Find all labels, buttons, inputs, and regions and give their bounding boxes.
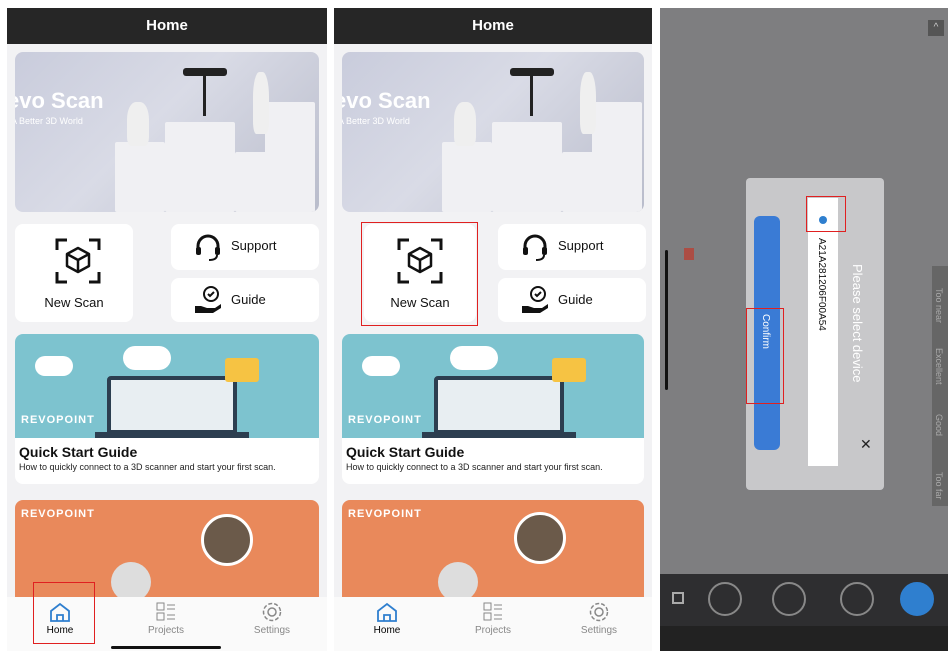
home-indicator — [111, 646, 221, 649]
bottom-tab-bar: Home Projects Settings — [334, 597, 652, 651]
guide-label: Guide — [231, 292, 266, 307]
tab-projects-label: Projects — [147, 625, 185, 636]
page-title: Home — [334, 8, 652, 44]
device-serial[interactable]: A21A281206F00A54 — [816, 238, 827, 331]
quick-start-description: How to quickly connect to a 3D scanner a… — [19, 462, 276, 472]
hero-subtitle: A Better 3D World — [15, 116, 83, 126]
quick-start-card[interactable]: REVOPOINT Quick Start Guide How to quick… — [342, 334, 644, 484]
tab-settings-label: Settings — [580, 625, 618, 636]
tab-settings[interactable]: Settings — [237, 601, 307, 636]
tab-projects[interactable]: Projects — [131, 601, 201, 636]
tab-home[interactable]: Home — [352, 601, 422, 636]
edit-icon[interactable] — [672, 592, 684, 604]
guide-hand-icon — [195, 286, 221, 313]
dialog-title: Please select device — [850, 264, 865, 383]
tab-settings-label: Settings — [253, 625, 291, 636]
camera-icon[interactable] — [684, 248, 694, 260]
promo-card[interactable]: REVOPOINT — [342, 500, 644, 610]
screen-scan-device-select: ^ Too near Excellent Good Too far Confir… — [660, 8, 948, 651]
settings-icon — [262, 602, 282, 622]
support-button[interactable]: Support — [171, 224, 319, 270]
revopoint-logo: REVOPOINT — [348, 414, 422, 426]
close-icon[interactable]: ✕ — [860, 436, 872, 453]
tab-projects[interactable]: Projects — [458, 601, 528, 636]
quick-start-illustration: REVOPOINT — [15, 334, 319, 438]
tab-home-label: Home — [373, 625, 401, 636]
guide-hand-icon — [522, 286, 548, 313]
support-button[interactable]: Support — [498, 224, 646, 270]
quick-start-card[interactable]: REVOPOINT Quick Start Guide How to quick… — [15, 334, 319, 484]
hero-title: evo Scan — [342, 88, 431, 113]
scan-cube-icon — [55, 238, 101, 284]
redo-button[interactable] — [772, 582, 806, 616]
projects-icon — [483, 602, 502, 621]
guide-button[interactable]: Guide — [171, 278, 319, 322]
stop-button[interactable] — [840, 582, 874, 616]
scan-controls — [660, 574, 948, 626]
revopoint-logo: REVOPOINT — [21, 414, 95, 426]
projects-icon — [156, 602, 175, 621]
guide-label: Guide — [558, 292, 593, 307]
headset-icon — [196, 234, 220, 261]
scanner-image — [510, 68, 554, 76]
device-list: A21A281206F00A54 — [808, 198, 838, 466]
headset-icon — [523, 234, 547, 261]
hero-banner[interactable]: evo Scan A Better 3D World — [342, 52, 644, 212]
highlight-box — [33, 582, 95, 644]
new-scan-label: New Scan — [44, 295, 104, 310]
distance-label-good: Good — [934, 414, 944, 437]
scanner-image — [183, 68, 227, 76]
distance-label-excellent: Excellent — [934, 348, 944, 385]
left-slider-track[interactable] — [665, 250, 668, 390]
page-title: Home — [7, 8, 327, 44]
hero-banner[interactable]: evo Scan A Better 3D World — [15, 52, 319, 212]
tab-settings[interactable]: Settings — [564, 601, 634, 636]
settings-icon — [589, 602, 609, 622]
new-scan-button[interactable]: New Scan — [15, 224, 133, 322]
collapse-button[interactable]: ^ — [928, 20, 944, 36]
revopoint-logo: REVOPOINT — [348, 508, 422, 520]
distance-label-too-far: Too far — [934, 472, 944, 500]
screen-home-1: Home evo Scan A Better 3D World New Scan… — [7, 8, 327, 651]
hero-subtitle: A Better 3D World — [342, 116, 410, 126]
highlight-box — [746, 308, 784, 404]
support-label: Support — [558, 238, 604, 253]
tab-projects-label: Projects — [474, 625, 512, 636]
quick-start-description: How to quickly connect to a 3D scanner a… — [346, 462, 603, 472]
bottom-bar — [660, 626, 948, 651]
home-icon — [377, 602, 397, 622]
hero-title: evo Scan — [15, 88, 104, 113]
quick-start-illustration: REVOPOINT — [342, 334, 644, 438]
start-button[interactable] — [900, 582, 934, 616]
quick-start-title: Quick Start Guide — [346, 444, 465, 460]
quick-start-title: Quick Start Guide — [19, 444, 138, 460]
highlight-box — [806, 196, 846, 232]
guide-button[interactable]: Guide — [498, 278, 646, 322]
undo-button[interactable] — [708, 582, 742, 616]
revopoint-logo: REVOPOINT — [21, 508, 95, 520]
distance-label-too-near: Too near — [934, 288, 944, 324]
highlight-box — [361, 222, 478, 326]
support-label: Support — [231, 238, 277, 253]
distance-indicator: Too near Excellent Good Too far — [932, 266, 948, 506]
screen-home-2: Home evo Scan A Better 3D World New Scan… — [334, 8, 652, 651]
